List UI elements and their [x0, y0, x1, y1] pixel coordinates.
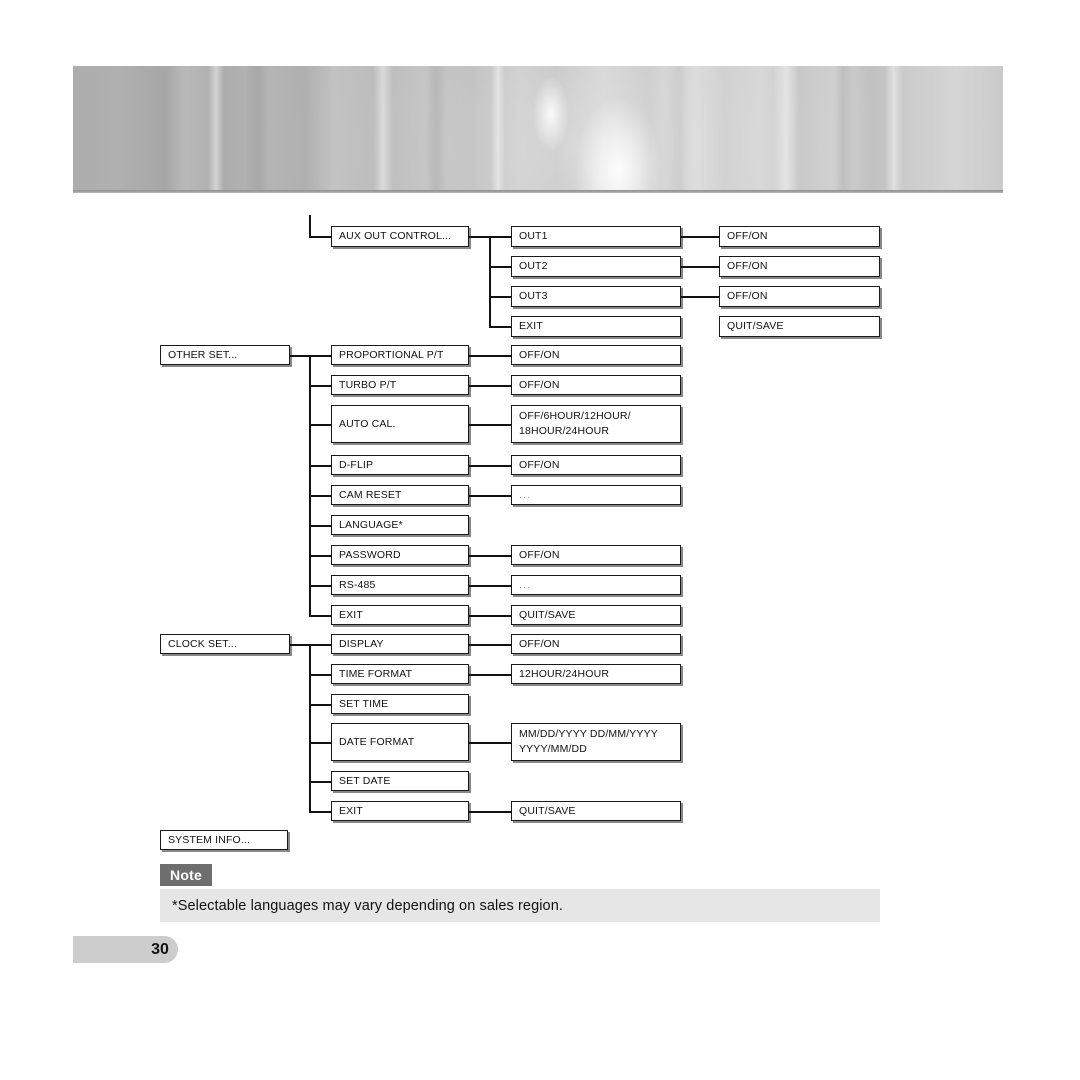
value-proportional-pt: OFF/ON [511, 345, 681, 365]
connector-branch [309, 781, 332, 783]
value-auto-cal: OFF/6HOUR/12HOUR/ 18HOUR/24HOUR [511, 405, 681, 443]
connector-branch [309, 615, 332, 617]
connector-root-out [469, 236, 491, 238]
node-set-time[interactable]: SET TIME [331, 694, 469, 714]
node-out3[interactable]: OUT3 [511, 286, 681, 307]
node-cam-reset[interactable]: CAM RESET [331, 485, 469, 505]
connector-branch [309, 424, 332, 426]
value-rs-485: ... [511, 575, 681, 595]
value-password: OFF/ON [511, 545, 681, 565]
connector-root-out [290, 644, 311, 646]
connector-value [469, 742, 512, 744]
node-language[interactable]: LANGUAGE* [331, 515, 469, 535]
node-clock-set[interactable]: CLOCK SET... [160, 634, 290, 654]
value-date-format: MM/DD/YYYY DD/MM/YYYY YYYY/MM/DD [511, 723, 681, 761]
node-aux-out-control[interactable]: AUX OUT CONTROL... [331, 226, 469, 247]
node-system-info[interactable]: SYSTEM INFO... [160, 830, 288, 850]
connector-value [681, 296, 719, 298]
connector-branch [489, 296, 512, 298]
connector-branch [489, 236, 512, 238]
node-aux-exit[interactable]: EXIT [511, 316, 681, 337]
connector-value [469, 811, 512, 813]
node-other-set-exit[interactable]: EXIT [331, 605, 469, 625]
connector-branch [309, 811, 332, 813]
connector-value [469, 385, 512, 387]
connector-branch [309, 495, 332, 497]
value-display: OFF/ON [511, 634, 681, 654]
connector-incoming-vertical [309, 215, 311, 237]
note-text: *Selectable languages may vary depending… [160, 889, 880, 922]
value-d-flip: OFF/ON [511, 455, 681, 475]
connector-value [469, 424, 512, 426]
value-aux-exit: QUIT/SAVE [719, 316, 880, 337]
connector-value [469, 585, 512, 587]
node-out1[interactable]: OUT1 [511, 226, 681, 247]
node-auto-cal[interactable]: AUTO CAL. [331, 405, 469, 443]
connector-branch [309, 525, 332, 527]
connector-incoming-horizontal [309, 236, 332, 238]
node-turbo-pt[interactable]: TURBO P/T [331, 375, 469, 395]
connector-branch [489, 266, 512, 268]
connector-value [469, 495, 512, 497]
connector-branch [309, 385, 332, 387]
connector-branch [309, 585, 332, 587]
value-cam-reset: ... [511, 485, 681, 505]
note-label: Note [160, 864, 212, 886]
node-d-flip[interactable]: D-FLIP [331, 455, 469, 475]
node-date-format[interactable]: DATE FORMAT [331, 723, 469, 761]
node-clock-set-exit[interactable]: EXIT [331, 801, 469, 821]
value-clock-set-exit: QUIT/SAVE [511, 801, 681, 821]
node-other-set[interactable]: OTHER SET... [160, 345, 290, 365]
value-out2: OFF/ON [719, 256, 880, 277]
node-out2[interactable]: OUT2 [511, 256, 681, 277]
connector-trunk-other-set [309, 355, 311, 615]
connector-branch [309, 644, 332, 646]
connector-branch [309, 355, 332, 357]
connector-value [469, 355, 512, 357]
value-out3: OFF/ON [719, 286, 880, 307]
connector-value [681, 266, 719, 268]
connector-branch [309, 704, 332, 706]
value-other-set-exit: QUIT/SAVE [511, 605, 681, 625]
connector-branch [489, 326, 512, 328]
node-password[interactable]: PASSWORD [331, 545, 469, 565]
connector-branch [309, 555, 332, 557]
node-display[interactable]: DISPLAY [331, 634, 469, 654]
connector-branch [309, 742, 332, 744]
node-set-date[interactable]: SET DATE [331, 771, 469, 791]
node-rs-485[interactable]: RS-485 [331, 575, 469, 595]
connector-trunk-aux [489, 236, 491, 326]
connector-value [469, 465, 512, 467]
node-time-format[interactable]: TIME FORMAT [331, 664, 469, 684]
node-proportional-pt[interactable]: PROPORTIONAL P/T [331, 345, 469, 365]
value-time-format: 12HOUR/24HOUR [511, 664, 681, 684]
value-turbo-pt: OFF/ON [511, 375, 681, 395]
value-out1: OFF/ON [719, 226, 880, 247]
connector-value [469, 644, 512, 646]
connector-value [469, 555, 512, 557]
connector-root-out [290, 355, 311, 357]
connector-branch [309, 674, 332, 676]
connector-branch [309, 465, 332, 467]
connector-trunk-clock-set [309, 644, 311, 811]
connector-value [681, 236, 719, 238]
page-number: 30 [151, 940, 169, 958]
connector-value [469, 615, 512, 617]
connector-value [469, 674, 512, 676]
